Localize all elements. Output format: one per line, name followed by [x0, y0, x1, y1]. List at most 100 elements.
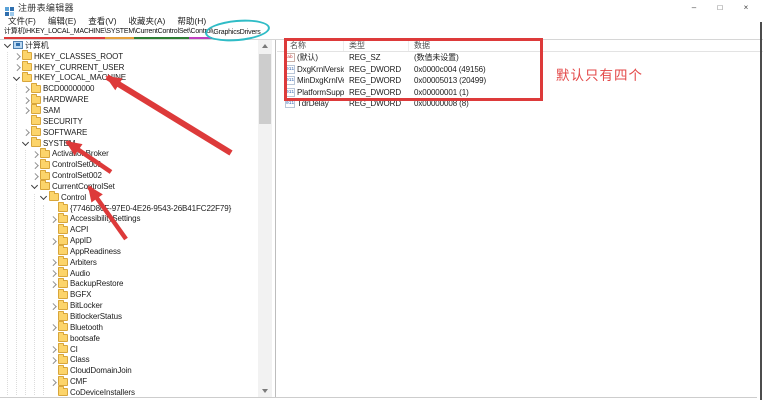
tree-item-ci[interactable]: CI	[0, 344, 258, 355]
tree-item-codeviceinstallers[interactable]: CoDeviceInstallers	[0, 387, 258, 397]
tree-item-security[interactable]: SECURITY	[0, 116, 258, 127]
chevron-right-icon[interactable]	[13, 52, 21, 60]
tree-item-sam[interactable]: SAM	[0, 105, 258, 116]
tree-item-bcd00000000[interactable]: BCD00000000	[0, 83, 258, 94]
chevron-right-icon[interactable]	[22, 128, 30, 136]
tree-guide-line	[25, 150, 26, 395]
value-row-tdrdelay[interactable]: 011TdrDelayREG_DWORD0x00000008 (8)	[277, 98, 763, 110]
chevron-right-icon[interactable]	[31, 150, 39, 158]
folder-icon	[58, 291, 68, 299]
value-data: 0x00000001 (1)	[409, 88, 763, 97]
menu-item[interactable]: 收藏夹(A)	[123, 15, 172, 27]
tree-item-hkey-current-user[interactable]: HKEY_CURRENT_USER	[0, 62, 258, 73]
minimize-button[interactable]: –	[681, 0, 707, 15]
value-name: (默认)	[297, 52, 318, 63]
chevron-down-icon[interactable]	[31, 182, 39, 190]
chevron-right-icon[interactable]	[49, 215, 57, 223]
tree-item-hkey-classes-root[interactable]: HKEY_CLASSES_ROOT	[0, 51, 258, 62]
chevron-right-icon[interactable]	[49, 258, 57, 266]
tree-item-hardware[interactable]: HARDWARE	[0, 94, 258, 105]
tree-item-bootsafe[interactable]: bootsafe	[0, 333, 258, 344]
folder-icon	[58, 356, 68, 364]
tree-scrollbar[interactable]	[258, 40, 272, 397]
scroll-down-icon[interactable]	[262, 389, 268, 393]
folder-icon	[22, 63, 32, 71]
column-header[interactable]: 名称	[277, 40, 344, 51]
close-button[interactable]: ×	[733, 0, 759, 15]
tree-item-计算机[interactable]: 计算机	[0, 40, 258, 51]
tree-item-backuprestore[interactable]: BackupRestore	[0, 279, 258, 290]
folder-icon	[58, 204, 68, 212]
folder-icon	[31, 85, 41, 93]
chevron-down-icon[interactable]	[40, 193, 48, 201]
tree-item-class[interactable]: Class	[0, 354, 258, 365]
panel-divider[interactable]	[275, 40, 276, 397]
window-bottom-border	[0, 397, 757, 398]
tree-item-appid[interactable]: AppID	[0, 235, 258, 246]
tree-item-currentcontrolset[interactable]: CurrentControlSet	[0, 181, 258, 192]
chevron-right-icon[interactable]	[49, 323, 57, 331]
tree-item-arbiters[interactable]: Arbiters	[0, 257, 258, 268]
tree-item-clouddomainjoin[interactable]: CloudDomainJoin	[0, 365, 258, 376]
value-row-mindxgkrnlve-[interactable]: 011MinDxgKrnlVe...REG_DWORD0x00005013 (2…	[277, 75, 763, 87]
chevron-right-icon[interactable]	[22, 85, 30, 93]
no-chevron	[49, 388, 57, 396]
chevron-right-icon[interactable]	[31, 172, 39, 180]
chevron-right-icon[interactable]	[49, 280, 57, 288]
chevron-right-icon[interactable]	[49, 345, 57, 353]
menu-item[interactable]: 查看(V)	[82, 15, 122, 27]
scroll-up-icon[interactable]	[262, 44, 268, 48]
address-bar[interactable]: 计算机\HKEY_LOCAL_MACHINE\SYSTEM\CurrentCon…	[0, 27, 763, 40]
tree-item-audio[interactable]: Audio	[0, 268, 258, 279]
tree-item-label: CoDeviceInstallers	[70, 388, 135, 397]
chevron-right-icon[interactable]	[13, 63, 21, 71]
tree-item-cmf[interactable]: CMF	[0, 376, 258, 387]
regedit-app-icon	[5, 3, 14, 12]
chevron-down-icon[interactable]	[4, 41, 12, 49]
maximize-button[interactable]: □	[707, 0, 733, 15]
tree-item-bitlockerstatus[interactable]: BitlockerStatus	[0, 311, 258, 322]
value-row--默认-[interactable]: ab(默认)REG_SZ(数值未设置)	[277, 52, 763, 64]
tree-item-bluetooth[interactable]: Bluetooth	[0, 322, 258, 333]
window-title: 注册表编辑器	[18, 1, 74, 14]
tree-item-bitlocker[interactable]: BitLocker	[0, 300, 258, 311]
column-header[interactable]: 数据	[409, 40, 763, 51]
tree-item-controlset002[interactable]: ControlSet002	[0, 170, 258, 181]
chevron-right-icon[interactable]	[49, 302, 57, 310]
tree-item-label: ControlSet001	[52, 160, 102, 169]
value-row-dxgkrnlversion[interactable]: 011DxgKrnlVersionREG_DWORD0x0000c004 (49…	[277, 64, 763, 76]
folder-icon	[31, 139, 41, 147]
menu-item[interactable]: 编辑(E)	[42, 15, 82, 27]
value-name-cell: 011MinDxgKrnlVe...	[277, 76, 344, 85]
value-data: (数值未设置)	[409, 52, 763, 63]
no-chevron	[49, 226, 57, 234]
tree-item-bgfx[interactable]: BGFX	[0, 289, 258, 300]
tree-item-control[interactable]: Control	[0, 192, 258, 203]
tree-item--7746d80f-97e0-4e26-9543-26b41fc22f79-[interactable]: {7746D80F-97E0-4E26-9543-26B41FC22F79}	[0, 203, 258, 214]
chevron-right-icon[interactable]	[49, 269, 57, 277]
tree-item-software[interactable]: SOFTWARE	[0, 127, 258, 138]
menu-item[interactable]: 文件(F)	[2, 15, 42, 27]
chevron-right-icon[interactable]	[49, 237, 57, 245]
scrollbar-thumb[interactable]	[259, 54, 271, 124]
value-name-cell: 011PlatformSuppo...	[277, 88, 344, 97]
chevron-right-icon[interactable]	[31, 161, 39, 169]
menu-item[interactable]: 帮助(H)	[171, 15, 212, 27]
chevron-right-icon[interactable]	[49, 378, 57, 386]
value-row-platformsuppo-[interactable]: 011PlatformSuppo...REG_DWORD0x00000001 (…	[277, 87, 763, 99]
tree-item-controlset001[interactable]: ControlSet001	[0, 159, 258, 170]
chevron-right-icon[interactable]	[22, 96, 30, 104]
tree-item-activationbroker[interactable]: ActivationBroker	[0, 148, 258, 159]
address-path-segment: \GraphicsDrivers	[212, 28, 261, 38]
chevron-right-icon[interactable]	[22, 106, 30, 114]
tree-item-acpi[interactable]: ACPI	[0, 224, 258, 235]
tree-item-appreadiness[interactable]: AppReadiness	[0, 246, 258, 257]
tree-item-hkey-local-machine[interactable]: HKEY_LOCAL_MACHINE	[0, 73, 258, 84]
tree-item-system[interactable]: SYSTEM	[0, 138, 258, 149]
column-header[interactable]: 类型	[344, 40, 409, 51]
tree-item-accessibilitysettings[interactable]: AccessibilitySettings	[0, 214, 258, 225]
chevron-down-icon[interactable]	[22, 139, 30, 147]
chevron-right-icon[interactable]	[49, 356, 57, 364]
chevron-down-icon[interactable]	[13, 74, 21, 82]
title-bar: 注册表编辑器 – □ ×	[0, 0, 763, 15]
